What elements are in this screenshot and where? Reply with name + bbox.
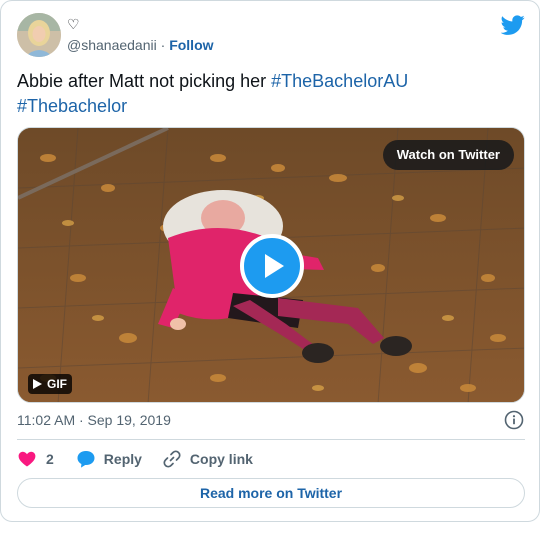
copy-link-label: Copy link bbox=[189, 451, 253, 467]
read-more-button[interactable]: Read more on Twitter bbox=[17, 478, 525, 508]
twitter-bird-icon[interactable] bbox=[501, 13, 525, 37]
tweet-timestamp[interactable]: 11:02 AM · Sep 19, 2019 bbox=[17, 410, 171, 430]
heart-icon bbox=[18, 451, 36, 467]
author-names: ♡ @shanaedanii · Follow bbox=[67, 15, 214, 55]
link-icon bbox=[163, 450, 181, 468]
like-button[interactable]: 2 bbox=[17, 449, 54, 469]
hashtag-thebachelorau[interactable]: #TheBachelorAU bbox=[271, 71, 408, 91]
reply-label: Reply bbox=[103, 451, 142, 467]
gif-label: GIF bbox=[47, 377, 67, 391]
avatar[interactable] bbox=[17, 13, 61, 57]
play-icon bbox=[265, 254, 284, 278]
play-small-icon bbox=[33, 379, 42, 389]
divider bbox=[17, 439, 525, 440]
like-count: 2 bbox=[46, 451, 54, 467]
play-button[interactable] bbox=[240, 234, 304, 298]
gif-badge: GIF bbox=[28, 374, 72, 394]
copy-link-button[interactable]: Copy link bbox=[162, 449, 253, 469]
gif-media[interactable]: Watch on Twitter GIF bbox=[17, 127, 525, 403]
author-handle[interactable]: @shanaedanii bbox=[67, 37, 157, 53]
tweet-actions: 2 Reply Copy link bbox=[17, 448, 253, 470]
embedded-tweet-card: ♡ @shanaedanii · Follow Abbie after Matt… bbox=[0, 0, 540, 522]
watch-on-twitter-button[interactable]: Watch on Twitter bbox=[382, 140, 514, 170]
tweet-header: ♡ @shanaedanii · Follow bbox=[17, 13, 525, 59]
display-name[interactable]: ♡ bbox=[67, 15, 214, 33]
reply-button[interactable]: Reply bbox=[76, 449, 142, 469]
follow-link[interactable]: Follow bbox=[169, 37, 213, 53]
handle-row: @shanaedanii · Follow bbox=[67, 35, 214, 55]
info-icon[interactable] bbox=[504, 410, 524, 430]
tweet-body: Abbie after Matt not picking her bbox=[17, 71, 272, 91]
tweet-text: Abbie after Matt not picking her #TheBac… bbox=[17, 69, 517, 119]
hashtag-thebachelor[interactable]: #Thebachelor bbox=[17, 96, 127, 116]
reply-bubble-icon bbox=[77, 451, 95, 468]
handle-separator: · bbox=[160, 37, 166, 53]
